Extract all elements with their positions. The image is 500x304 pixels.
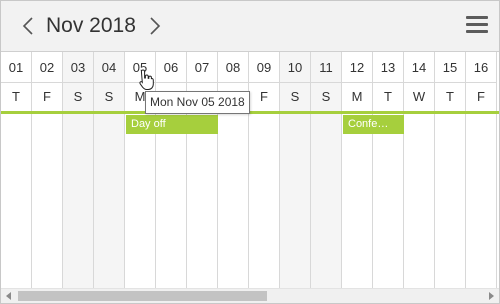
day-date-label: 15 [435, 52, 465, 83]
scrollbar-thumb[interactable] [18, 291, 267, 301]
day-column-09[interactable]: 09 F [249, 52, 280, 288]
hand-cursor-icon [139, 69, 154, 96]
day-column-07[interactable]: 07W [187, 52, 218, 288]
day-column-04[interactable]: 04 S [94, 52, 125, 288]
day-date-label: 08 [218, 52, 248, 83]
day-column-08[interactable]: 08T [218, 52, 249, 288]
weekday-label: T [384, 89, 392, 104]
day-column-03[interactable]: 03 S [63, 52, 94, 288]
date-tooltip: Mon Nov 05 2018 [145, 91, 250, 114]
weekday-label: M [351, 89, 363, 104]
timeline-grid: 01T02F03S04S05M06T07W08T09F10S11S12M13T1… [1, 52, 499, 288]
scheduler-timeline: Nov 2018 01T02F03S04S05M06T07W08T09F10S1… [0, 0, 500, 304]
day-date-label: 01 [1, 52, 31, 83]
header-divider [1, 111, 499, 114]
day-column-16[interactable]: 16 F [466, 52, 497, 288]
chevron-right-icon[interactable] [144, 13, 166, 39]
day-column-10[interactable]: 10 S [280, 52, 311, 288]
day-column-11[interactable]: 11 S [311, 52, 342, 288]
day-date-label: 03 [63, 52, 93, 83]
arrow-right-icon[interactable] [483, 289, 499, 303]
day-date-label: 04 [94, 52, 124, 83]
day-column-01[interactable]: 01 T [1, 52, 32, 288]
weekday-label: T [12, 89, 20, 104]
event-bar[interactable]: Day off [126, 115, 218, 134]
day-date-label: 06 [156, 52, 186, 83]
day-date-label: 10 [280, 52, 310, 83]
weekday-label: W [412, 89, 426, 104]
day-date-label: 11 [311, 52, 341, 83]
day-column-14[interactable]: 14 W [404, 52, 435, 288]
day-date-label: 02 [32, 52, 62, 83]
day-date-label: 12 [342, 52, 372, 83]
day-column-06[interactable]: 06T [156, 52, 187, 288]
day-column-13[interactable]: 13 T [373, 52, 404, 288]
weekday-label: S [290, 89, 300, 104]
hamburger-menu-icon[interactable] [465, 15, 489, 35]
day-column-12[interactable]: 12 M [342, 52, 373, 288]
event-bar[interactable]: Confe… [343, 115, 404, 134]
chevron-left-icon[interactable] [17, 13, 39, 39]
day-date-label: 14 [404, 52, 434, 83]
day-column-15[interactable]: 15 T [435, 52, 466, 288]
day-date-label: 09 [249, 52, 279, 83]
day-column-02[interactable]: 02 F [32, 52, 63, 288]
day-date-label: 13 [373, 52, 403, 83]
scheduler-header: Nov 2018 [1, 1, 499, 52]
weekday-label: S [104, 89, 114, 104]
weekday-label: T [446, 89, 454, 104]
arrow-left-icon[interactable] [1, 289, 17, 303]
weekday-label: F [43, 89, 51, 104]
weekday-label: F [260, 89, 268, 104]
day-date-label: 16 [466, 52, 496, 83]
weekday-label: S [321, 89, 331, 104]
weekday-label: S [73, 89, 83, 104]
month-title: Nov 2018 [46, 14, 136, 37]
weekday-label: F [477, 89, 485, 104]
horizontal-scrollbar[interactable] [1, 288, 499, 303]
day-date-label: 07 [187, 52, 217, 83]
